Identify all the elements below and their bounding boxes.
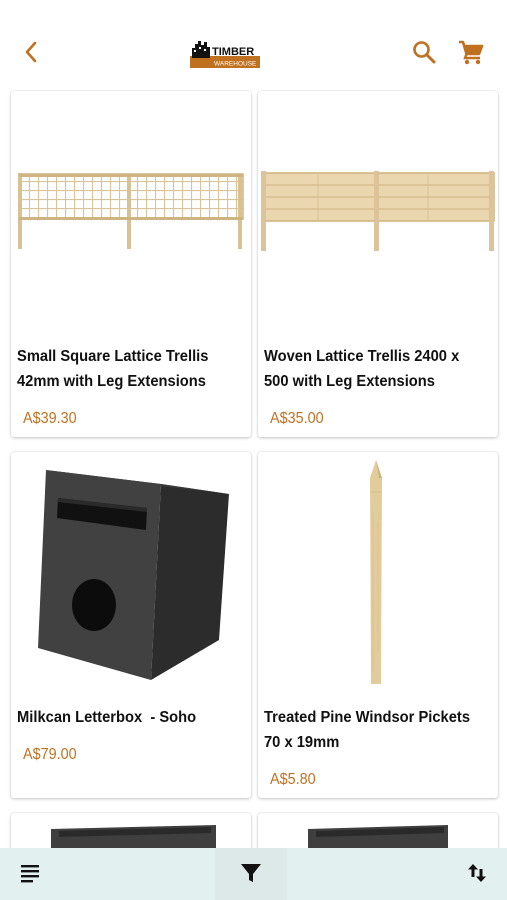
timber-warehouse-logo: TIMBER WAREHOUSE	[188, 38, 262, 70]
product-name-line: Treated Pine Windsor Pickets	[264, 709, 471, 726]
product-name: Milkcan Letterbox - Soho	[17, 705, 247, 730]
product-name-line: Milkcan Letterbox - Soho	[17, 709, 197, 726]
filter-button[interactable]	[215, 848, 287, 900]
product-price: A$5.80	[270, 771, 316, 788]
back-button[interactable]	[18, 38, 46, 66]
product-card[interactable]: Small Square Lattice Trellis 42mm with L…	[11, 91, 251, 437]
sort-button[interactable]	[287, 848, 507, 900]
cart-button[interactable]	[456, 38, 486, 66]
svg-text:WAREHOUSE: WAREHOUSE	[214, 61, 257, 68]
sort-icon	[468, 864, 486, 882]
search-icon	[413, 41, 436, 64]
product-card[interactable]: Treated Pine Windsor Pickets 70 x 19mm A…	[258, 452, 498, 798]
product-price: A$39.30	[23, 410, 77, 427]
product-card[interactable]: Milkcan Letterbox - Soho A$79.00	[11, 452, 251, 798]
product-image-windsor-picket	[258, 452, 498, 702]
bottom-toolbar	[0, 848, 507, 900]
product-name: Treated Pine Windsor Pickets 70 x 19mm	[264, 705, 494, 755]
product-grid: Small Square Lattice Trellis 42mm with L…	[0, 90, 507, 900]
product-name-line: 500 with Leg Extensions	[264, 373, 435, 390]
product-name-line: 42mm with Leg Extensions	[17, 373, 206, 390]
search-button[interactable]	[410, 38, 438, 66]
chevron-left-icon	[25, 41, 37, 63]
product-image-letterbox	[11, 452, 251, 702]
cart-icon	[459, 40, 484, 65]
top-app-bar: TIMBER WAREHOUSE	[0, 0, 507, 90]
product-card[interactable]: Woven Lattice Trellis 2400 x 500 with Le…	[258, 91, 498, 437]
list-view-button[interactable]	[0, 848, 215, 900]
filter-icon	[241, 864, 261, 882]
product-name-line: Woven Lattice Trellis 2400 x	[264, 348, 460, 365]
product-price: A$79.00	[23, 746, 77, 763]
product-image-square-lattice	[11, 91, 251, 341]
product-price: A$35.00	[270, 410, 324, 427]
product-image-woven-lattice	[258, 91, 498, 341]
list-icon	[21, 865, 39, 883]
product-name-line: Small Square Lattice Trellis	[17, 348, 209, 365]
product-name: Woven Lattice Trellis 2400 x 500 with Le…	[264, 344, 494, 394]
svg-text:TIMBER: TIMBER	[212, 46, 254, 58]
product-name-line: 70 x 19mm	[264, 734, 340, 751]
product-name: Small Square Lattice Trellis 42mm with L…	[17, 344, 247, 394]
